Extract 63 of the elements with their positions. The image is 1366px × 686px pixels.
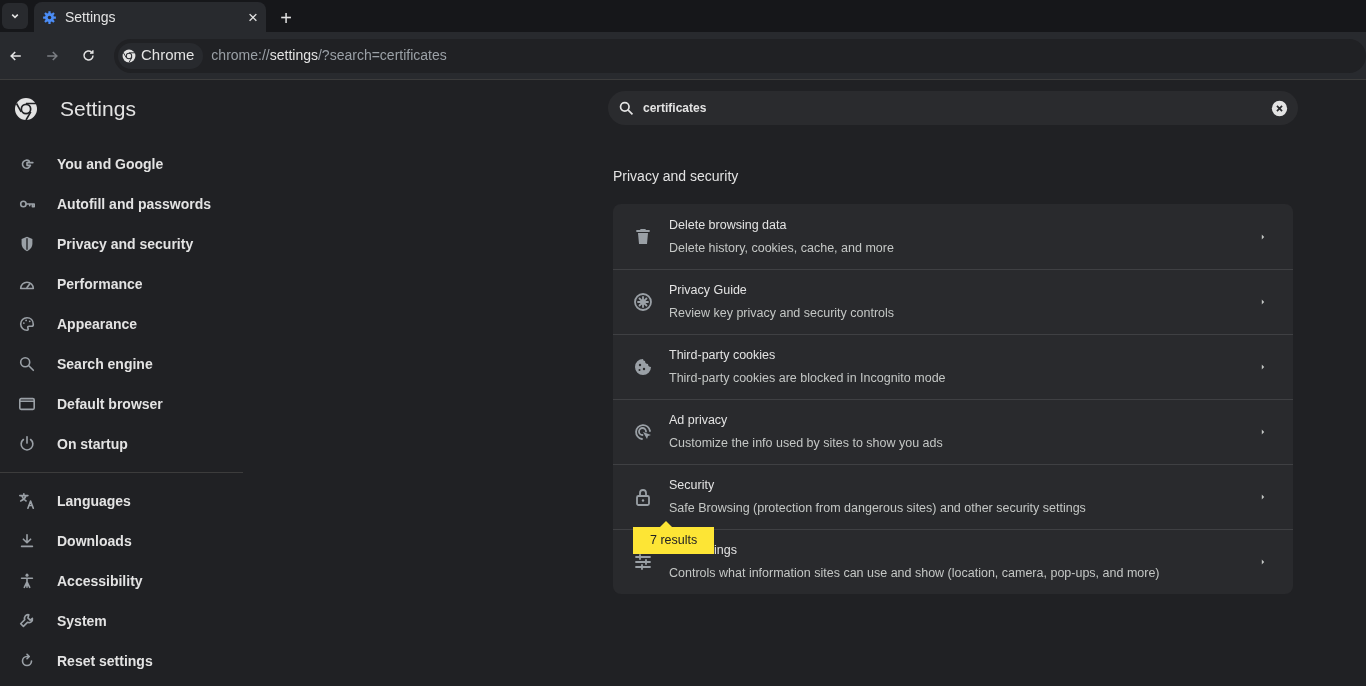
sidebar-item[interactable]: Search engine <box>0 344 243 384</box>
row-subtitle: Customize the info used by sites to show you ads <box>669 435 943 452</box>
sidebar-item[interactable]: Performance <box>0 264 243 304</box>
clear-search-button[interactable] <box>1271 99 1288 117</box>
row-title: Ad privacy <box>669 412 728 430</box>
row-title: Privacy Guide <box>669 282 747 300</box>
row-subtitle: Delete history, cookies, cache, and more <box>669 239 894 257</box>
sliders-icon <box>633 552 653 572</box>
url-text: chrome://settings/?search=certificates <box>211 46 447 65</box>
power-icon <box>18 435 36 453</box>
tab-list-button[interactable] <box>2 3 28 29</box>
trash-icon <box>633 226 653 247</box>
target-cursor-icon <box>633 422 653 442</box>
download-icon <box>18 532 36 550</box>
sidebar-item[interactable]: System <box>0 601 243 641</box>
sidebar-item[interactable]: Appearance <box>0 304 243 344</box>
padlock-icon <box>633 487 653 507</box>
row-subtitle: Controls what information sites can use and show (location, camera, pop-ups, and more) <box>669 565 1160 582</box>
settings-row[interactable]: Delete browsing data Delete history, cookies, cache, and more <box>613 204 1293 269</box>
accessibility-icon <box>18 572 36 590</box>
row-title: Security <box>669 477 715 495</box>
search-icon <box>18 355 36 373</box>
site-chip-label: Chrome <box>141 45 195 66</box>
browser-tab[interactable]: Settings × <box>34 2 266 32</box>
browser-window-icon <box>18 395 36 413</box>
search-input[interactable]: certificates <box>643 99 1271 117</box>
sidebar-item[interactable]: Downloads <box>0 521 243 561</box>
page-title: Settings <box>60 96 136 123</box>
sidebar-item[interactable]: Autofill and passwords <box>0 184 243 224</box>
section-title: Privacy and security <box>613 167 739 186</box>
sidebar-item[interactable]: On startup <box>0 424 243 464</box>
reload-icon <box>80 48 96 63</box>
sidebar-item[interactable]: Accessibility <box>0 561 243 601</box>
site-chip[interactable]: Chrome <box>118 42 204 69</box>
settings-row[interactable]: Third-party cookies Third-party cookies are blocked in Incognito mode <box>613 334 1293 399</box>
settings-row[interactable]: Privacy Guide Review key privacy and security controls <box>613 269 1293 334</box>
new-tab-button[interactable]: + <box>276 8 296 28</box>
close-tab-button[interactable]: × <box>248 8 258 26</box>
chrome-logo-icon <box>14 97 38 121</box>
address-bar[interactable]: Chrome chrome://settings/?search=certificates <box>114 38 1366 73</box>
sidebar-item[interactable]: Privacy and security <box>0 224 243 264</box>
sidebar-item[interactable]: Languages <box>0 481 243 521</box>
chrome-logo-icon <box>122 48 136 63</box>
wrench-icon <box>18 612 36 630</box>
search-icon <box>618 99 635 117</box>
row-subtitle: Third-party cookies are blocked in Incognito mode <box>669 370 946 387</box>
row-title: ings <box>714 542 737 560</box>
row-title: Delete browsing data <box>669 216 787 234</box>
compass-icon <box>633 292 653 312</box>
sidebar-item[interactable]: Default browser <box>0 384 243 424</box>
tab-title: Settings <box>65 7 117 27</box>
sidebar-item[interactable]: You and Google <box>0 144 243 184</box>
palette-icon <box>18 315 36 333</box>
cookie-icon <box>633 357 653 377</box>
translate-icon <box>18 492 36 510</box>
search-bar[interactable]: certificates <box>608 91 1298 125</box>
row-subtitle: Review key privacy and security controls <box>669 305 895 322</box>
clear-icon <box>1271 99 1288 117</box>
settings-row[interactable]: Ad privacy Customize the info used by sites to show you ads <box>613 399 1293 464</box>
row-title: Third-party cookies <box>669 347 776 365</box>
row-subtitle: Safe Browsing (protection from dangerous sites) and other security settings <box>669 500 1086 517</box>
gear-icon <box>42 9 57 25</box>
sidebar-item[interactable]: Reset settings <box>0 641 243 681</box>
